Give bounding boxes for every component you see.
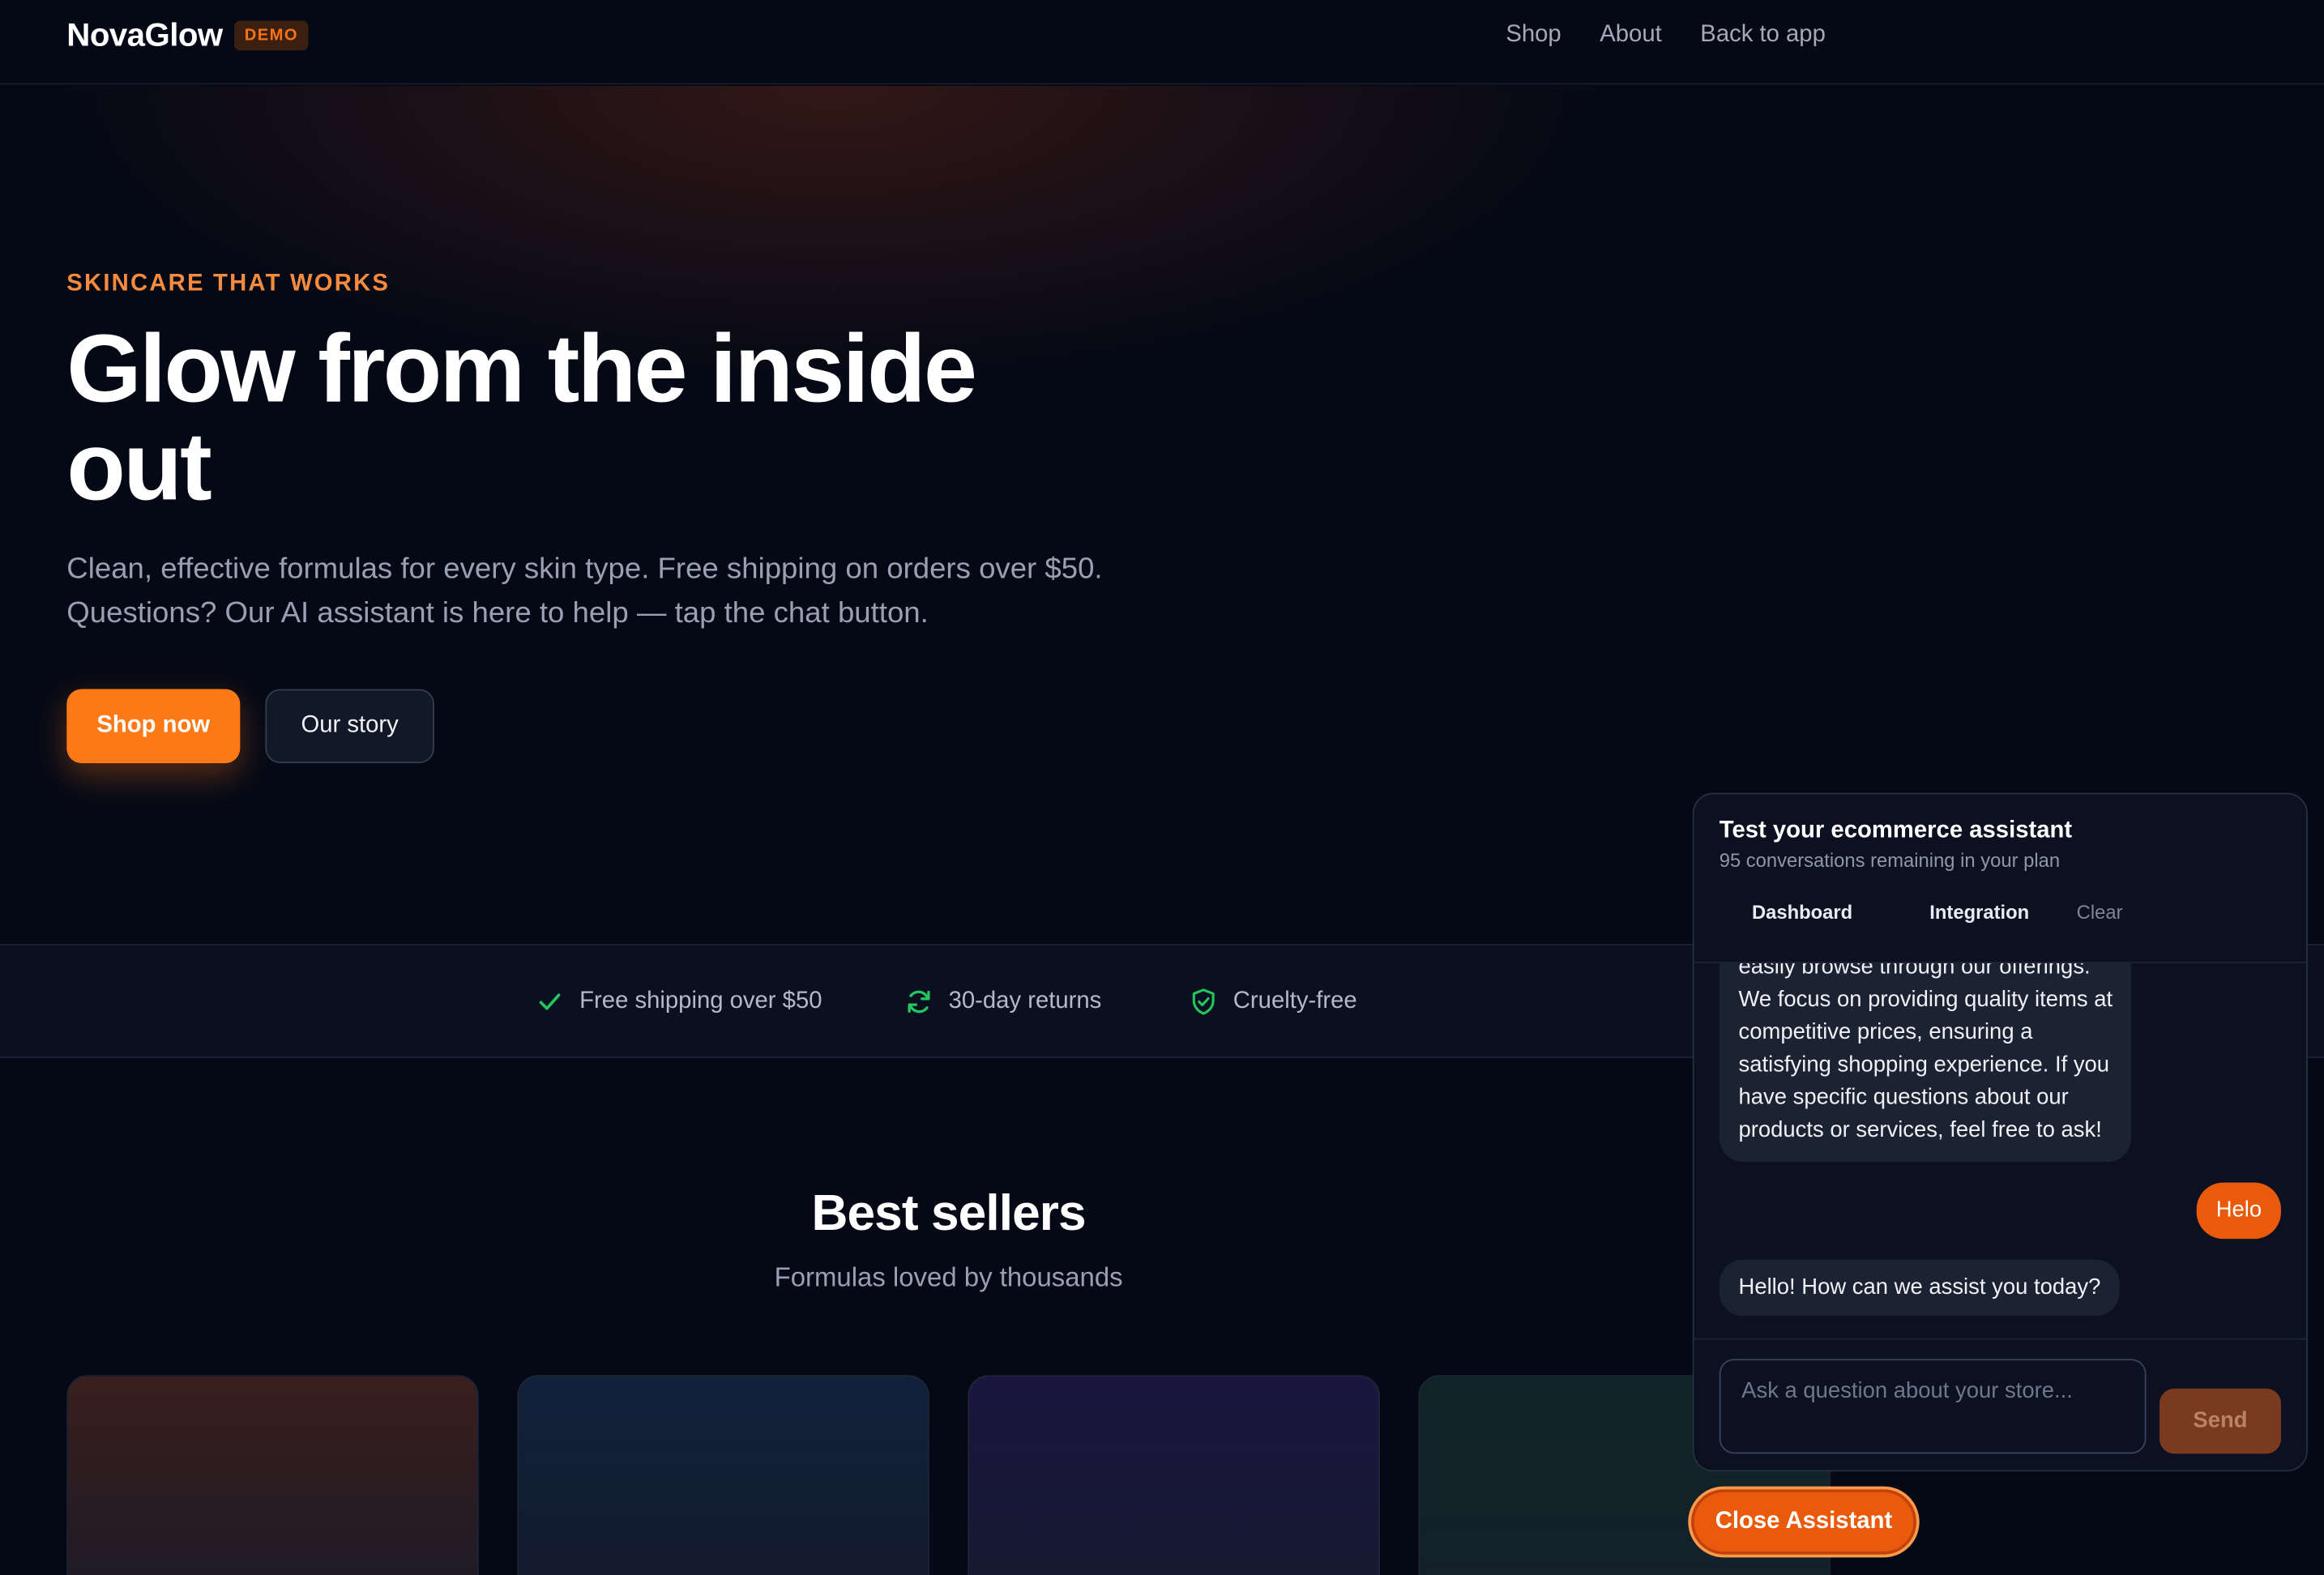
chat-input[interactable]: Ask a question about your store... (1719, 1359, 2147, 1454)
feature-returns: 30-day returns (904, 987, 1102, 1017)
shield-check-icon (1192, 988, 1215, 1015)
feature-label: Cruelty-free (1232, 988, 1357, 1014)
product-card[interactable] (968, 1375, 1380, 1575)
user-message: Helo (2196, 1182, 2281, 1240)
assistant-chat-panel: easily browse through our offerings. We … (1692, 792, 2308, 1472)
demo-badge: DEMO (233, 20, 309, 51)
conversations-remaining: 95 conversations remaining in your plan (1719, 849, 2061, 872)
nav-link-about[interactable]: About (1600, 22, 1661, 49)
chat-composer: Ask a question about your store... Send (1694, 1338, 2307, 1470)
nav-link-back-to-app[interactable]: Back to app (1700, 22, 1826, 49)
feature-label: 30-day returns (948, 988, 1102, 1014)
nav-links: Shop About Back to app (1506, 22, 1826, 49)
message-line: competitive prices, ensuring a (1738, 1019, 2033, 1045)
tab-integration[interactable]: Integration (1885, 892, 2061, 933)
close-assistant-button[interactable]: Close Assistant (1688, 1486, 1920, 1558)
nav-link-shop[interactable]: Shop (1506, 22, 1561, 49)
best-sellers-subtitle: Formulas loved by thousands (774, 1262, 1123, 1292)
shop-now-button[interactable]: Shop now (66, 689, 241, 763)
message-line: products or services, feel free to ask! (1738, 1117, 2102, 1143)
hero-eyebrow: SKINCARE THAT WORKS (66, 271, 391, 297)
feature-cruelty-free: Cruelty-free (1189, 987, 1357, 1017)
assistant-message: easily browse through our offerings. We … (1719, 951, 2132, 1163)
tab-dashboard[interactable]: Dashboard (1720, 892, 1886, 933)
top-nav: NovaGlow DEMO Shop About Back to app (0, 0, 2324, 85)
product-card[interactable] (66, 1375, 479, 1575)
hero-title: Glow from the inside out (66, 314, 977, 521)
message-line: satisfying shopping experience. If you (1738, 1052, 2110, 1078)
message-line: We focus on providing quality items at (1738, 987, 2113, 1013)
our-story-button[interactable]: Our story (265, 689, 434, 763)
clear-button[interactable]: Clear (2061, 892, 2123, 933)
check-icon (539, 993, 561, 1010)
refresh-icon (908, 990, 930, 1014)
brand-logo[interactable]: NovaGlow (66, 16, 223, 55)
chat-tabs: Dashboard Integration Clear (1720, 892, 2123, 933)
hero-subtitle: Clean, effective formulas for every skin… (66, 553, 1103, 630)
chat-messages[interactable]: easily browse through our offerings. We … (1694, 933, 2306, 1338)
chat-title: Test your ecommerce assistant (1719, 817, 2073, 843)
best-sellers-title: Best sellers (811, 1185, 1087, 1242)
assistant-message: Hello! How can we assist you today? (1719, 1259, 2121, 1317)
feature-free-shipping: Free shipping over $50 (535, 987, 822, 1017)
message-line: have specific questions about our (1738, 1084, 2069, 1110)
feature-label: Free shipping over $50 (579, 988, 822, 1014)
chat-header: Test your ecommerce assistant 95 convers… (1694, 794, 2307, 963)
product-card[interactable] (517, 1375, 929, 1575)
send-button[interactable]: Send (2159, 1388, 2281, 1454)
